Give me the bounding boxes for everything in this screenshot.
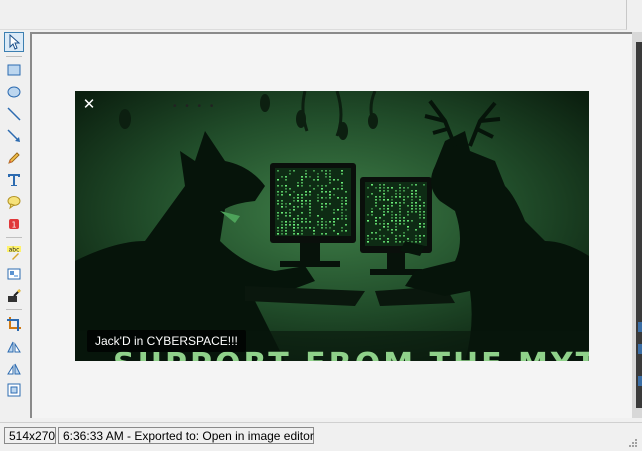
ellipse-icon — [6, 84, 22, 100]
resize-icon — [6, 382, 22, 398]
rectangle-icon — [6, 62, 22, 78]
counter-tool-button[interactable]: 1 — [4, 214, 24, 234]
background-window-marker — [638, 322, 642, 332]
toolbar-separator — [6, 237, 22, 238]
obfuscate-icon — [6, 266, 22, 282]
svg-text:1: 1 — [11, 221, 16, 230]
pencil-icon — [6, 150, 22, 166]
obfuscate-tool-button[interactable] — [4, 264, 24, 284]
tool-palette: 1 abc — [2, 30, 26, 420]
crop-tool-button[interactable] — [4, 314, 24, 334]
highlight-tool-button[interactable]: abc — [4, 242, 24, 262]
rectangle-tool-button[interactable] — [4, 60, 24, 80]
text-tool-button[interactable] — [4, 170, 24, 190]
more-options-icon[interactable]: • • • • — [173, 101, 216, 112]
line-tool-button[interactable] — [4, 104, 24, 124]
rotate-cw-tool-button[interactable] — [4, 336, 24, 356]
cursor-icon — [6, 34, 22, 50]
svg-text:abc: abc — [9, 247, 20, 254]
background-window-edge — [632, 32, 642, 418]
resize-grip-icon[interactable] — [628, 438, 638, 448]
counter-icon: 1 — [6, 216, 22, 232]
screenshot-image[interactable]: ✕ • • • • SUPPORT FROM THE MYTHIC ZONE J… — [75, 91, 589, 361]
highlighter-icon: abc — [6, 244, 22, 260]
effects-tool-button[interactable] — [4, 286, 24, 306]
image-dimensions: 514x270 — [4, 427, 56, 444]
magic-wand-icon — [6, 288, 22, 304]
ellipse-tool-button[interactable] — [4, 82, 24, 102]
rotate-icon — [6, 360, 22, 376]
background-window-marker — [638, 376, 642, 386]
top-area — [0, 0, 642, 30]
resize-tool-button[interactable] — [4, 380, 24, 400]
top-divider — [0, 0, 627, 30]
line-icon — [6, 106, 22, 122]
cyberspace-illustration — [75, 91, 589, 361]
speech-bubble-icon — [6, 194, 22, 210]
select-tool-button[interactable] — [4, 32, 24, 52]
status-message: 6:36:33 AM - Exported to: Open in image … — [58, 427, 314, 444]
status-bar: 514x270 6:36:33 AM - Exported to: Open i… — [0, 422, 642, 451]
arrow-tool-button[interactable] — [4, 126, 24, 146]
crop-icon — [6, 316, 22, 332]
toolbar-separator — [6, 309, 22, 310]
toolbar-separator — [6, 56, 22, 57]
text-icon — [6, 172, 22, 188]
speechbubble-tool-button[interactable] — [4, 192, 24, 212]
freehand-tool-button[interactable] — [4, 148, 24, 168]
close-icon[interactable]: ✕ — [81, 97, 97, 113]
arrow-icon — [6, 128, 22, 144]
background-window-marker — [638, 344, 642, 354]
image-caption: Jack'D in CYBERSPACE!!! — [87, 330, 246, 352]
rotate-icon — [6, 338, 22, 354]
rotate-ccw-tool-button[interactable] — [4, 358, 24, 378]
